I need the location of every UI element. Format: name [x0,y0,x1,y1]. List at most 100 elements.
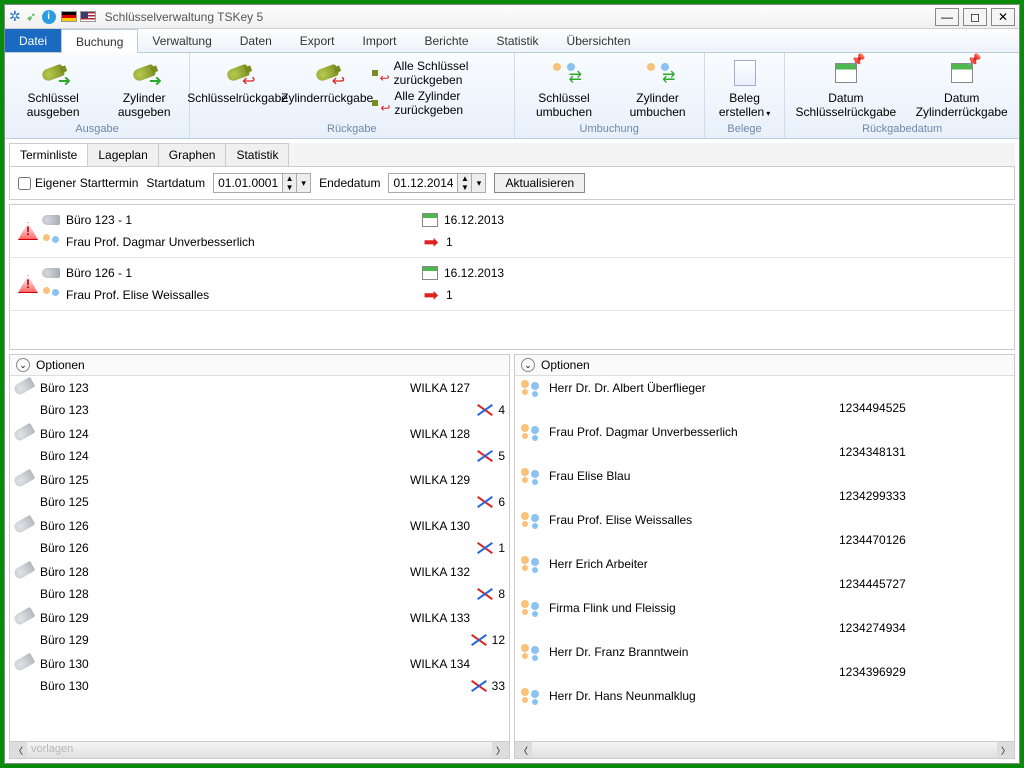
startdatum-input[interactable]: ▲▼▾ [213,173,311,193]
person-row[interactable]: Frau Prof. Elise Weissalles 1234470126 [515,508,1014,552]
person-number: 1234299333 [839,489,906,503]
key-row[interactable]: Büro 126WILKA 130 Büro 1261 [10,514,509,560]
menu-statistik[interactable]: Statistik [483,29,553,52]
alle-zylinder-zurueckgeben-button[interactable]: ↩Alle Zylinder zurückgeben [375,89,507,117]
menu-buchung[interactable]: Buchung [61,29,138,53]
avatar-icon [519,380,541,400]
flag-us-icon[interactable] [80,11,96,22]
person-name: Herr Dr. Hans Neunmalklug [549,689,696,703]
window-title: Schlüsselverwaltung TSKey 5 [105,10,264,24]
person-row[interactable]: Frau Elise Blau 1234299333 [515,464,1014,508]
ribbon: ➜Schlüssel ausgeben ➜Zylinder ausgeben A… [5,53,1019,139]
gear-icon[interactable]: ✲ [9,8,21,25]
datum-schluesselrueckgabe-button[interactable]: 📌Datum Schlüsselrückgabe [787,55,904,122]
alle-schluessel-zurueckgeben-button[interactable]: ↩Alle Schlüssel zurückgeben [375,59,507,87]
person-row[interactable]: Herr Dr. Hans Neunmalklug [515,684,1014,728]
key-icon [13,515,36,535]
appointment-row[interactable]: ! Büro 126 - 1 Frau Prof. Elise Weissall… [10,258,1014,311]
key-row[interactable]: Büro 130WILKA 134 Büro 13033 [10,652,509,698]
appointment-room: Büro 123 - 1 [66,213,132,227]
key-icon [13,423,36,443]
person-row[interactable]: Herr Erich Arbeiter 1234445727 [515,552,1014,596]
startdatum-label: Startdatum [146,176,205,190]
appointment-room: Büro 126 - 1 [66,266,132,280]
key-icon [13,561,36,581]
key-room: Büro 125 [40,473,410,487]
key-row[interactable]: Büro 128WILKA 132 Büro 1288 [10,560,509,606]
persons-hscroll[interactable]: 〈〉 [515,741,1014,758]
key-room: Büro 123 [40,381,410,395]
key-room: Büro 126 [40,519,410,533]
key-icon [13,607,36,627]
menu-verwaltung[interactable]: Verwaltung [138,29,225,52]
key-row[interactable]: Büro 125WILKA 129 Büro 1256 [10,468,509,514]
persons-list[interactable]: Herr Dr. Dr. Albert Überflieger 12344945… [515,376,1014,741]
keys-panel: ⌄Optionen Büro 123WILKA 127 Büro 1234 Bü… [9,354,510,759]
key-room: Büro 124 [40,427,410,441]
zylinder-ausgeben-button[interactable]: ➜Zylinder ausgeben [101,55,187,122]
menu-uebersichten[interactable]: Übersichten [553,29,645,52]
crossed-keys-icon [476,449,494,463]
minimize-button[interactable]: — [935,8,959,26]
eigener-starttermin-checkbox[interactable]: Eigener Starttermin [18,176,138,190]
collapse-persons-icon[interactable]: ⌄ [521,358,535,372]
collapse-keys-icon[interactable]: ⌄ [16,358,30,372]
flag-de-icon[interactable] [61,11,77,22]
tab-lageplan[interactable]: Lageplan [87,143,158,166]
key-wilka: WILKA 127 [410,381,505,395]
warning-icon: ! [18,275,38,293]
key-icon [42,268,60,278]
maximize-button[interactable]: ◻ [963,8,987,26]
menu-daten[interactable]: Daten [226,29,286,52]
person-row[interactable]: Herr Dr. Franz Branntwein 1234396929 [515,640,1014,684]
menu-import[interactable]: Import [348,29,410,52]
key-count: 33 [492,679,505,693]
person-icon [42,287,60,303]
arrow-right-icon: ➡ [422,233,440,251]
zylinder-umbuchen-button[interactable]: ⇄Zylinder umbuchen [613,55,701,122]
key-wilka: WILKA 133 [410,611,505,625]
menu-berichte[interactable]: Berichte [411,29,483,52]
info-icon[interactable]: i [42,10,56,24]
keys-list[interactable]: Büro 123WILKA 127 Büro 1234 Büro 124WILK… [10,376,509,741]
tab-statistik[interactable]: Statistik [225,143,289,166]
person-number: 1234274934 [839,621,906,635]
tab-terminliste[interactable]: Terminliste [9,143,88,166]
key-row[interactable]: Büro 123WILKA 127 Büro 1234 [10,376,509,422]
person-row[interactable]: Herr Dr. Dr. Albert Überflieger 12344945… [515,376,1014,420]
key-row[interactable]: Büro 124WILKA 128 Büro 1245 [10,422,509,468]
key-room: Büro 129 [40,611,410,625]
avatar-icon [519,644,541,664]
endedatum-input[interactable]: ▲▼▾ [388,173,486,193]
arrow-icon[interactable]: ➶ [26,9,37,25]
avatar-icon [519,600,541,620]
group-rueckgabe-label: Rückgabe [192,122,512,136]
datum-zylinderrueckgabe-button[interactable]: 📌Datum Zylinderrückgabe [906,55,1017,122]
aktualisieren-button[interactable]: Aktualisieren [494,173,585,193]
key-room-dup: Büro 125 [40,495,476,509]
avatar-icon [519,688,541,708]
schluessel-ausgeben-button[interactable]: ➜Schlüssel ausgeben [7,55,99,122]
appointment-date: 16.12.2013 [444,266,504,280]
crossed-keys-icon [476,587,494,601]
zylinderrueckgabe-button[interactable]: ↩Zylinderrückgabe [285,55,369,107]
beleg-erstellen-button[interactable]: Beleg erstellen▾ [707,55,783,122]
key-row[interactable]: Büro 129WILKA 133 Büro 12912 [10,606,509,652]
group-rueckgabedatum-label: Rückgabedatum [787,122,1017,136]
keys-hscroll[interactable]: 〈vorlagen〉 [10,741,509,758]
key-room-dup: Büro 123 [40,403,476,417]
persons-panel: ⌄Optionen Herr Dr. Dr. Albert Überfliege… [514,354,1015,759]
key-icon [13,653,36,673]
schluesselrueckgabe-button[interactable]: ↩Schlüsselrückgabe [192,55,283,107]
schluessel-umbuchen-button[interactable]: ⇄Schlüssel umbuchen [517,55,612,122]
tab-graphen[interactable]: Graphen [158,143,227,166]
appointment-row[interactable]: ! Büro 123 - 1 Frau Prof. Dagmar Unverbe… [10,205,1014,258]
close-button[interactable]: ✕ [991,8,1015,26]
person-row[interactable]: Frau Prof. Dagmar Unverbesserlich 123434… [515,420,1014,464]
person-row[interactable]: Firma Flink und Fleissig 1234274934 [515,596,1014,640]
menu-datei[interactable]: Datei [5,29,61,52]
person-name: Frau Prof. Elise Weissalles [549,513,692,527]
menu-export[interactable]: Export [286,29,349,52]
sub-tabstrip: Terminliste Lageplan Graphen Statistik [9,143,1015,167]
crossed-keys-icon [470,679,488,693]
